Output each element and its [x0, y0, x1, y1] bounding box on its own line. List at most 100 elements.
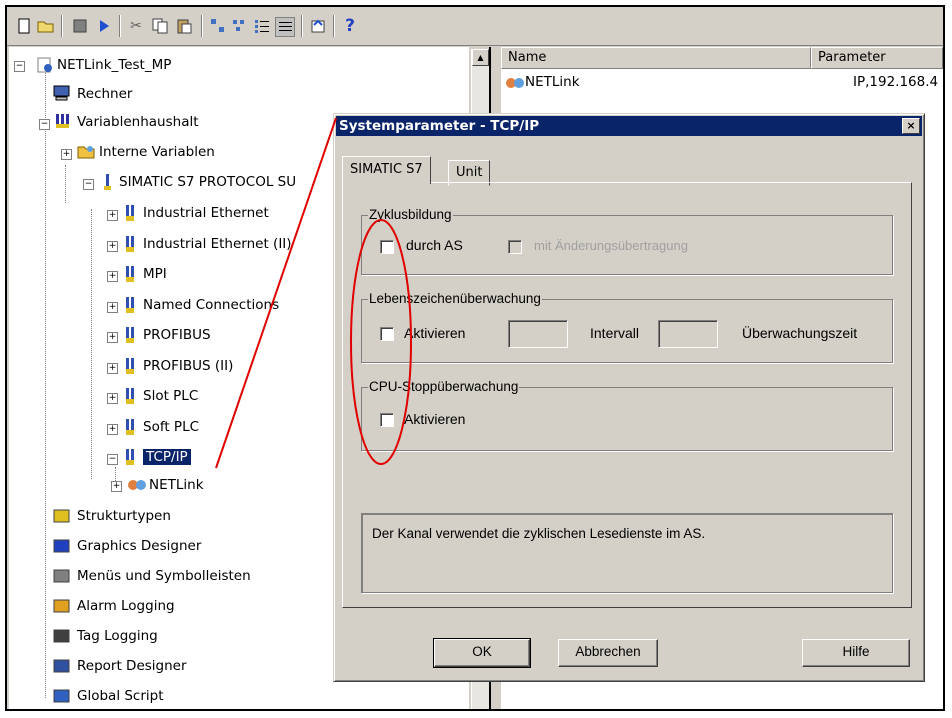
editor-icon [53, 508, 70, 524]
editor-icon [53, 568, 70, 584]
list-row-name[interactable]: NETLink [525, 69, 580, 95]
cpu-stopp-aktivieren-checkbox[interactable] [380, 413, 394, 427]
tree-project[interactable]: NETLink_Test_MP [57, 52, 171, 78]
group-label: CPU-Stoppüberwachung [368, 379, 520, 394]
copy-icon[interactable] [151, 17, 169, 35]
channel-toggle[interactable]: + [107, 301, 118, 313]
tree-channel[interactable]: TCP/IP [143, 444, 191, 470]
tree-editor[interactable]: Graphics Designer [77, 533, 201, 559]
tree-interne-variablen[interactable]: Interne Variablen [99, 139, 215, 165]
collapse-toggle[interactable]: − [39, 119, 50, 130]
small-icons-icon[interactable] [231, 17, 249, 35]
lebenszeichen-aktivieren-checkbox[interactable] [380, 327, 394, 341]
properties-icon[interactable] [309, 17, 327, 35]
dialog-title: Systemparameter - TCP/IP [339, 118, 540, 134]
tree-netlink[interactable]: NETLink [149, 472, 204, 498]
help-icon[interactable]: ? [341, 17, 359, 35]
dialog-titlebar[interactable]: Systemparameter - TCP/IP × [336, 116, 922, 136]
abbrechen-button[interactable]: Abbrechen [558, 639, 658, 667]
new-icon[interactable] [15, 17, 33, 35]
tree-channel[interactable]: Named Connections [143, 292, 279, 318]
channel-toggle[interactable]: + [107, 423, 118, 435]
channel-toggle[interactable]: + [107, 240, 118, 252]
channel-toggle[interactable]: + [107, 332, 118, 343]
editor-icon [53, 628, 70, 644]
group-label: Lebenszeichenüberwachung [368, 291, 542, 306]
aenderungsuebertragung-checkbox [508, 240, 522, 254]
intervall-label: Intervall [590, 325, 640, 341]
tab-panel: Zyklusbildung durch AS mit Änderungsüber… [342, 182, 912, 608]
details-icon[interactable] [275, 17, 295, 37]
group-zyklusbildung: Zyklusbildung durch AS mit Änderungsüber… [361, 207, 893, 275]
computer-icon [53, 85, 70, 101]
editor-icon [53, 658, 70, 674]
ueberwachungszeit-input [658, 320, 718, 348]
large-icons-icon[interactable] [209, 17, 227, 35]
hilfe-button[interactable]: Hilfe [802, 639, 910, 667]
channel-toggle[interactable]: + [107, 362, 118, 374]
cut-icon[interactable]: ✂ [127, 17, 145, 35]
channel-icon [125, 357, 141, 374]
aenderungsuebertragung-label: mit Änderungsübertragung [534, 238, 688, 253]
tree-editor[interactable]: Tag Logging [77, 623, 158, 649]
netlink-icon [127, 477, 146, 493]
tree-channel[interactable]: Industrial Ethernet (II) [143, 231, 292, 257]
list-row-parameter: IP,192.168.4 [853, 74, 939, 90]
channel-icon [125, 265, 141, 282]
project-icon [37, 57, 53, 73]
tree-channel[interactable]: PROFIBUS [143, 322, 211, 348]
systemparameter-dialog: Systemparameter - TCP/IP × SIMATIC S7 Un… [333, 113, 925, 682]
stop-icon[interactable] [71, 17, 89, 35]
close-icon[interactable]: × [902, 118, 920, 134]
ueberwachungszeit-label: Überwachungszeit [742, 325, 858, 341]
channel-toggle[interactable]: − [107, 454, 118, 465]
collapse-toggle[interactable]: − [83, 179, 94, 190]
tree-channel[interactable]: Soft PLC [143, 414, 199, 440]
column-header-parameter[interactable]: Parameter [811, 47, 943, 69]
channel-icon [125, 296, 141, 313]
scroll-up-icon[interactable]: ▲ [472, 49, 489, 66]
editor-icon [53, 688, 70, 704]
expand-toggle[interactable]: + [111, 481, 122, 492]
channel-toggle[interactable]: + [107, 271, 118, 282]
tree-channel[interactable]: Industrial Ethernet [143, 200, 269, 226]
tree-channel[interactable]: MPI [143, 261, 167, 287]
channel-toggle[interactable]: + [107, 393, 118, 404]
channel-toggle[interactable]: + [107, 210, 118, 221]
collapse-toggle[interactable]: − [14, 61, 25, 72]
durch-as-checkbox[interactable] [380, 240, 394, 254]
paste-icon[interactable] [175, 17, 193, 35]
tags-icon [55, 113, 71, 129]
tree-editor[interactable]: Global Script [77, 683, 164, 709]
tab-simatic-s7[interactable]: SIMATIC S7 [342, 156, 431, 184]
editor-icon [53, 598, 70, 614]
list-icon[interactable] [253, 17, 271, 35]
netlink-icon [505, 75, 524, 91]
tree-editor[interactable]: Report Designer [77, 653, 187, 679]
tree-simatic-s7[interactable]: SIMATIC S7 PROTOCOL SU [119, 169, 359, 195]
tree-variablenhaushalt[interactable]: Variablenhaushalt [77, 109, 199, 135]
ok-button[interactable]: OK [433, 638, 531, 668]
tree-rechner[interactable]: Rechner [77, 81, 132, 107]
group-cpu-stopp: CPU-Stoppüberwachung Aktivieren [361, 379, 893, 451]
tree-channel[interactable]: PROFIBUS (II) [143, 353, 233, 379]
channel-icon [125, 418, 141, 435]
channel-icon [125, 326, 141, 343]
open-icon[interactable] [37, 17, 55, 35]
tree-editor[interactable]: Strukturtypen [77, 503, 171, 529]
folder-icon [77, 143, 95, 159]
tree-channel[interactable]: Slot PLC [143, 383, 198, 409]
info-text: Der Kanal verwendet die zyklischen Lesed… [372, 526, 706, 541]
tree-editor[interactable]: Menüs und Symbolleisten [77, 563, 251, 589]
channel-icon [125, 204, 141, 221]
group-label: Zyklusbildung [368, 207, 453, 222]
channel-icon [125, 387, 141, 404]
run-icon[interactable] [95, 17, 113, 35]
channel-icon [125, 448, 141, 465]
toolbar: ✂ ? [7, 7, 943, 46]
column-header-name[interactable]: Name [501, 47, 811, 69]
intervall-input [508, 320, 568, 348]
expand-toggle[interactable]: + [61, 149, 72, 160]
durch-as-label: durch AS [406, 237, 463, 253]
tree-editor[interactable]: Alarm Logging [77, 593, 175, 619]
